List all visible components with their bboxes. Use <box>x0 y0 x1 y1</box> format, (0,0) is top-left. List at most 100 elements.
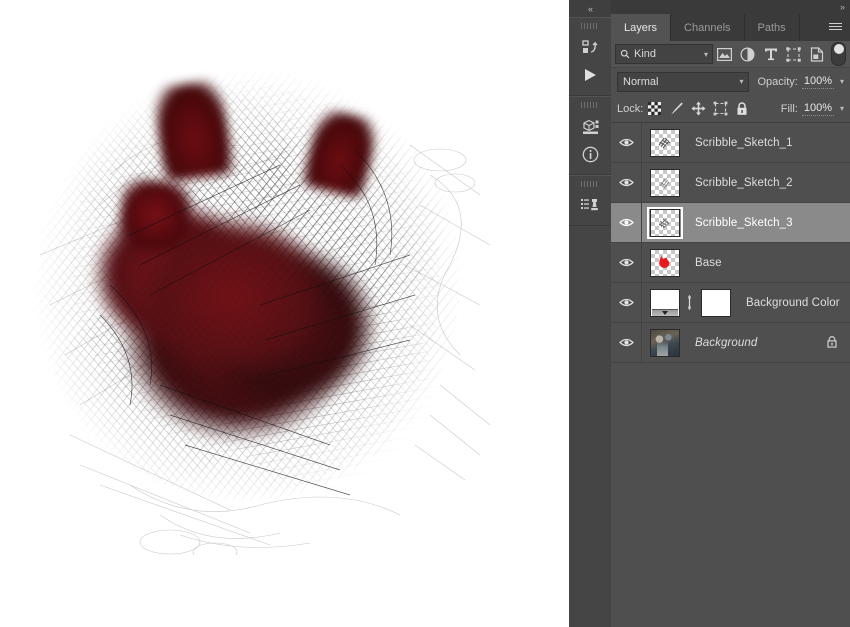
panel-tabbar: Layers Channels Paths <box>611 14 850 41</box>
layer-row[interactable]: Scribble_Sketch_3 <box>611 203 850 243</box>
filter-kind-label: Kind <box>634 48 657 60</box>
collapsed-panel-rail: « <box>569 0 612 627</box>
eye-icon <box>618 138 634 147</box>
layer-thumbnail[interactable] <box>647 287 683 319</box>
opacity-chevron-down-icon[interactable]: ▾ <box>840 77 844 86</box>
layer-thumbnail[interactable] <box>647 206 683 239</box>
filter-type-icon[interactable] <box>759 44 782 64</box>
layer-thumbnail[interactable] <box>647 167 683 199</box>
scribble-overlay-strokes <box>99 149 416 496</box>
layer-list: Scribble_Sketch_1 Scribble_Sketch_2 Scri… <box>611 123 850 363</box>
layer-row[interactable]: Base <box>611 243 850 283</box>
red-blob-mark <box>659 255 670 268</box>
rail-collapse-button[interactable]: « <box>569 0 611 17</box>
filter-shape-icon[interactable] <box>782 44 805 64</box>
fill-slider-mark <box>652 308 678 316</box>
filter-kind-select[interactable]: Kind ▾ <box>615 44 713 64</box>
layer-locked-icon <box>826 335 838 351</box>
layer-visibility-toggle[interactable] <box>611 203 642 242</box>
history-icon[interactable] <box>575 33 605 61</box>
layer-name: Scribble_Sketch_1 <box>695 136 793 149</box>
eye-icon <box>618 338 634 347</box>
properties-3d-icon[interactable] <box>575 112 605 140</box>
eye-icon <box>618 258 634 267</box>
opacity-label: Opacity: <box>757 75 798 88</box>
panel-grip[interactable] <box>581 23 599 29</box>
layer-visibility-toggle[interactable] <box>611 283 642 322</box>
filter-smart-object-icon[interactable] <box>805 44 828 64</box>
fill-value[interactable]: 100% <box>801 102 834 116</box>
blend-mode-row: Normal ▾ Opacity: 100% ▾ <box>611 68 850 95</box>
panel-expand-button[interactable]: » <box>840 2 845 12</box>
thumbnail-photo <box>650 328 680 357</box>
tab-channels[interactable]: Channels <box>671 14 745 41</box>
thumbnail-mask-white <box>701 288 731 317</box>
info-icon[interactable] <box>575 140 605 168</box>
canvas-area[interactable] <box>0 0 569 627</box>
panel-grip[interactable] <box>581 181 599 187</box>
toggle-knob <box>833 44 844 54</box>
layer-visibility-toggle[interactable] <box>611 123 642 162</box>
filter-enable-toggle[interactable] <box>831 42 846 66</box>
eye-icon <box>618 218 634 227</box>
layer-name: Scribble_Sketch_3 <box>695 216 793 229</box>
fill-label: Fill: <box>780 102 798 115</box>
layer-row[interactable]: Scribble_Sketch_2 <box>611 163 850 203</box>
filter-adjustment-icon[interactable] <box>736 44 759 64</box>
layer-row[interactable]: Background <box>611 323 850 363</box>
hamburger-icon <box>828 23 842 32</box>
chevron-down-icon: ▾ <box>703 49 708 59</box>
layer-row[interactable]: Background Color <box>611 283 850 323</box>
lock-artboard-icon[interactable] <box>709 99 731 119</box>
sketch-mark <box>658 137 671 148</box>
blend-mode-select[interactable]: Normal ▾ <box>617 71 750 92</box>
thumbnail-transparent <box>650 168 680 197</box>
eye-icon <box>618 178 634 187</box>
fill-chevron-down-icon[interactable]: ▾ <box>840 104 844 113</box>
lock-row: Lock: Fill: 100% ▾ <box>611 95 850 123</box>
sketch-mark <box>658 218 670 228</box>
blend-mode-value: Normal <box>623 75 659 88</box>
libraries-icon[interactable] <box>575 191 605 219</box>
lock-all-icon[interactable] <box>731 99 753 119</box>
lock-label: Lock: <box>617 102 644 115</box>
search-icon <box>620 49 630 59</box>
thumbnail-transparent <box>650 208 680 237</box>
layers-panel: » Layers Channels Paths Kind ▾ Normal ▾ … <box>611 0 850 627</box>
panel-grip[interactable] <box>581 102 599 108</box>
panel-menu-button[interactable] <box>826 14 844 41</box>
opacity-value[interactable]: 100% <box>801 75 834 89</box>
layer-name: Background <box>695 336 758 349</box>
tab-layers[interactable]: Layers <box>611 14 672 41</box>
filter-pixel-icon[interactable] <box>713 44 736 64</box>
chevron-down-icon: ▾ <box>739 77 744 86</box>
layer-thumbnail[interactable] <box>647 127 683 159</box>
rail-group-libraries <box>569 175 611 226</box>
panel-topbar: » <box>611 0 850 14</box>
layer-thumbnail[interactable] <box>647 247 683 279</box>
layer-name: Background Color <box>746 296 840 309</box>
sketch-mark <box>659 178 670 188</box>
layer-thumbnail[interactable] <box>647 327 683 359</box>
layer-visibility-toggle[interactable] <box>611 163 642 202</box>
lock-position-icon[interactable] <box>687 99 709 119</box>
layer-row[interactable]: Scribble_Sketch_1 <box>611 123 850 163</box>
artwork-image <box>10 55 510 575</box>
layer-filter-row: Kind ▾ <box>611 41 850 68</box>
layer-name: Base <box>695 256 722 269</box>
mask-link-icon[interactable] <box>683 295 696 310</box>
tab-paths[interactable]: Paths <box>745 14 800 41</box>
rail-group-properties <box>569 96 611 175</box>
lock-transparency-icon[interactable] <box>643 99 665 119</box>
layer-visibility-toggle[interactable] <box>611 243 642 282</box>
lock-image-pixels-icon[interactable] <box>665 99 687 119</box>
thumbnail-transparent <box>650 128 680 157</box>
rail-group-history <box>569 17 611 96</box>
layer-mask-thumbnail[interactable] <box>698 287 734 319</box>
thumbnail-red-blob <box>650 248 680 277</box>
layer-visibility-toggle[interactable] <box>611 323 642 362</box>
eye-icon <box>618 298 634 307</box>
thumbnail-solid-fill <box>650 288 680 317</box>
layer-name: Scribble_Sketch_2 <box>695 176 793 189</box>
play-icon[interactable] <box>575 61 605 89</box>
